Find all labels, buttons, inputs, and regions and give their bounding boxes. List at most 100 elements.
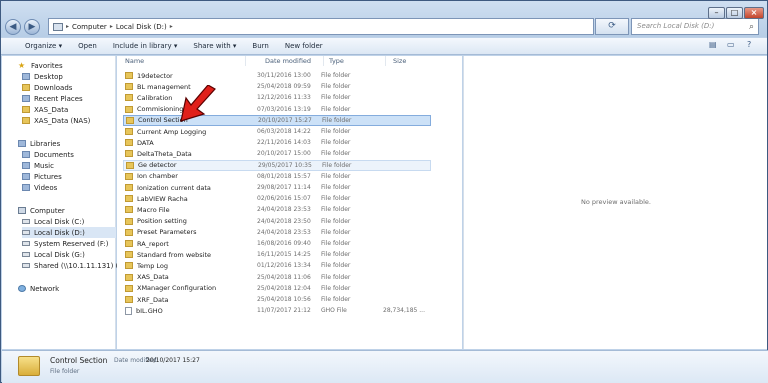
column-header-type[interactable]: Type	[329, 56, 344, 66]
nav-favorites[interactable]: ★ Favorites	[18, 60, 132, 71]
chevron-right-icon: ▸	[66, 23, 70, 30]
burn-button[interactable]: Burn	[244, 42, 276, 50]
open-button[interactable]: Open	[70, 42, 105, 50]
column-divider[interactable]	[323, 56, 324, 66]
file-row[interactable]: Macro File 24/04/2018 23:53 File folder	[123, 204, 431, 215]
file-row[interactable]: Current Amp Logging 06/03/2018 14:22 File …	[123, 126, 431, 137]
details-type: File folder	[50, 368, 80, 375]
file-type: File folder	[321, 83, 351, 91]
file-row[interactable]: 19detector 30/11/2016 13:00 File folder	[123, 70, 431, 81]
file-date: 24/04/2018 23:53	[257, 228, 311, 236]
file-type: File folder	[321, 139, 351, 147]
file-name: Current Amp Logging	[137, 127, 207, 136]
file-row[interactable]: Control Section 20/10/2017 15:27 File fold…	[123, 114, 431, 126]
file-row[interactable]: DATA 22/11/2016 14:03 File folder	[123, 137, 431, 148]
file-type: File folder	[321, 128, 351, 135]
nav-local-disk-d[interactable]: Local Disk (D:)	[22, 227, 116, 238]
file-date: 16/11/2015 14:25	[257, 251, 311, 259]
computer-icon	[53, 22, 63, 31]
desktop-icon	[22, 73, 30, 80]
folder-icon	[22, 117, 30, 124]
file-row[interactable]: RA_report 16/08/2016 09:40 File folder	[123, 238, 431, 249]
breadcrumb-local-disk-d[interactable]: Local Disk (D:)	[116, 23, 167, 31]
file-row[interactable]: DeltaTheta_Data 20/10/2017 15:00 File fold…	[123, 148, 431, 159]
drive-icon	[22, 230, 30, 235]
view-options-icon[interactable]: ▤	[709, 40, 717, 49]
search-placeholder: Search Local Disk (D:)	[637, 22, 715, 30]
network-drive-icon	[22, 263, 30, 268]
file-row[interactable]: Commisioning 07/03/2016 13:19 File folder	[123, 104, 431, 115]
file-row[interactable]: XRF_Data 25/04/2018 10:56 File folder	[123, 294, 431, 305]
chevron-right-icon: ▸	[109, 23, 113, 30]
address-bar[interactable]: ▸ Computer ▸ Local Disk (D:) ▸	[48, 18, 594, 35]
file-row[interactable]: bIL.GHO 11/07/2017 21:12 GHO File 28,734,18…	[123, 305, 431, 316]
column-header-size[interactable]: Size	[393, 56, 406, 66]
file-name: Position setting	[137, 217, 187, 226]
column-header-date[interactable]: Date modified	[265, 56, 311, 66]
file-row[interactable]: Calibration 12/12/2016 11:33 File folder	[123, 92, 431, 103]
minimize-button[interactable]: –	[708, 7, 725, 19]
computer-icon	[18, 207, 26, 214]
close-button[interactable]: ×	[744, 7, 764, 19]
file-type: File folder	[321, 184, 351, 191]
nav-network[interactable]: Network	[18, 283, 132, 294]
breadcrumb-computer[interactable]: Computer	[72, 23, 107, 31]
network-icon	[18, 285, 26, 292]
file-row[interactable]: XManager Configuration 25/04/2018 12:04 Fi…	[123, 283, 431, 294]
column-divider[interactable]	[245, 56, 246, 66]
preview-pane-icon[interactable]: ▭	[727, 40, 735, 49]
file-row[interactable]: Standard from website 16/11/2015 14:25 Fil…	[123, 249, 431, 260]
libraries-icon	[18, 140, 26, 147]
file-row[interactable]: Position setting 24/04/2018 23:50 File fol…	[123, 216, 431, 227]
drive-icon	[22, 252, 30, 257]
file-date: 16/08/2016 09:40	[257, 240, 311, 247]
preview-message: No preview available.	[581, 198, 651, 206]
file-row[interactable]: XAS_Data 25/04/2018 11:06 File folder	[123, 272, 431, 283]
folder-icon	[125, 284, 133, 292]
details-date: 20/10/2017 15:27	[146, 357, 200, 364]
file-row[interactable]: LabVIEW Racha 02/06/2016 15:07 File folder	[123, 193, 431, 204]
folder-icon	[125, 172, 133, 180]
file-type: File folder	[322, 161, 352, 169]
file-name: XAS_Data	[137, 273, 169, 282]
include-in-library-button[interactable]: Include in library ▾	[105, 42, 186, 50]
folder-icon	[125, 184, 133, 191]
column-divider[interactable]	[385, 56, 386, 66]
file-row[interactable]: Ion chamber 08/01/2018 15:57 File folder	[123, 171, 431, 182]
file-name: Standard from website	[137, 250, 212, 259]
file-type: File folder	[321, 172, 351, 180]
file-list-pane: Name Date modified Type Size 19detector 3…	[117, 56, 462, 349]
file-name: 19detector	[137, 71, 173, 80]
folder-icon	[125, 72, 133, 79]
column-header-name[interactable]: Name	[125, 56, 144, 66]
folder-icon	[125, 251, 133, 259]
nav-libraries[interactable]: Libraries	[18, 138, 132, 149]
file-row[interactable]: BL management 25/04/2018 09:59 File folder	[123, 81, 431, 92]
maximize-button[interactable]: □	[726, 7, 743, 19]
folder-icon	[126, 161, 134, 169]
file-row[interactable]: Ge detector 29/05/2017 10:35 File folder	[123, 159, 431, 171]
new-folder-button[interactable]: New folder	[277, 42, 331, 50]
file-row[interactable]: Temp Log 01/12/2016 13:34 File folder	[123, 260, 431, 271]
folder-icon	[125, 94, 133, 102]
file-type: File folder	[321, 273, 351, 281]
help-icon[interactable]: ?	[747, 40, 751, 49]
forward-button[interactable]: ▶	[24, 19, 40, 35]
details-pane: Control Section Date modified: 20/10/201…	[2, 350, 768, 383]
file-date: 24/04/2018 23:50	[257, 217, 311, 225]
search-icon: ⌕	[748, 22, 754, 32]
search-input[interactable]: Search Local Disk (D:) ⌕	[631, 18, 759, 35]
back-button[interactable]: ◀	[5, 19, 21, 35]
file-row[interactable]: Preset Parameters 24/04/2018 23:53 File fo…	[123, 227, 431, 238]
share-with-button[interactable]: Share with ▾	[185, 42, 244, 50]
organize-button[interactable]: Organize ▾	[17, 42, 70, 50]
folder-icon	[125, 195, 133, 203]
file-type: File folder	[321, 206, 351, 214]
file-type: File folder	[321, 284, 351, 292]
nav-computer[interactable]: Computer	[18, 205, 132, 216]
file-date: 30/11/2016 13:00	[257, 72, 311, 79]
file-row[interactable]: Ionization current data 29/08/2017 11:14 F…	[123, 182, 431, 193]
navigation-pane: ★ Favorites Desktop Downloads Recent Plac…	[2, 56, 128, 349]
file-name: Ge detector	[138, 161, 177, 170]
refresh-button[interactable]: ⟳	[595, 18, 629, 35]
